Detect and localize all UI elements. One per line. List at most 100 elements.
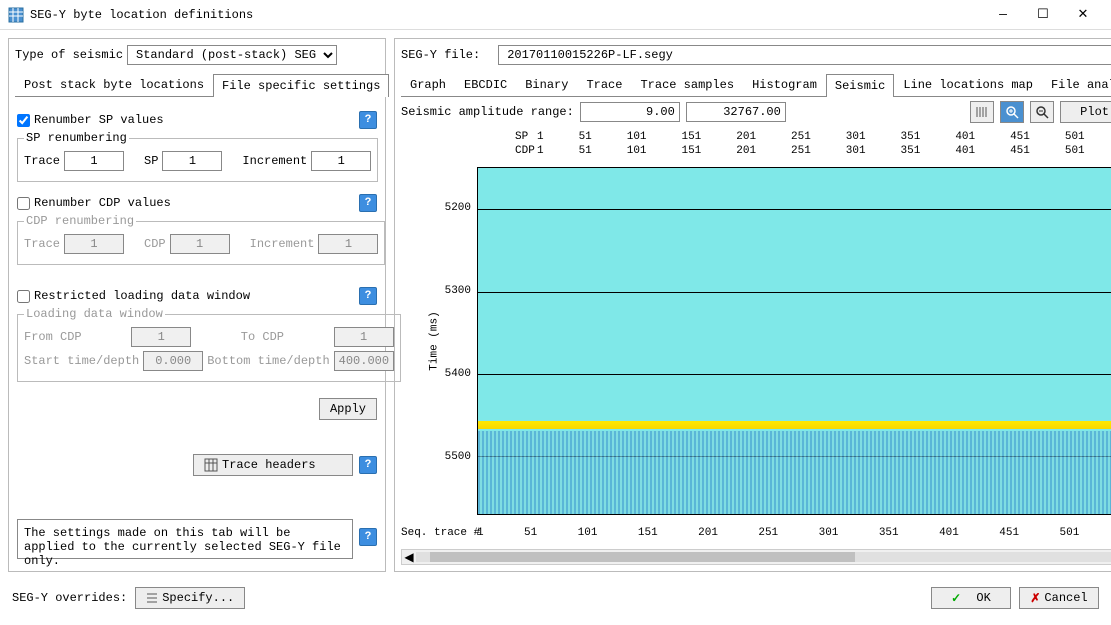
cdp-cdp-input <box>170 234 230 254</box>
tab-file-analysis[interactable]: File analysis <box>1042 73 1111 96</box>
restricted-checkbox[interactable] <box>17 290 30 303</box>
tab-trace-samples[interactable]: Trace samples <box>631 73 743 96</box>
help-icon[interactable]: ? <box>359 456 377 474</box>
minimize-button[interactable]: — <box>983 1 1023 29</box>
left-column: Type of seismic Standard (post-stack) SE… <box>8 38 386 572</box>
start-time-label: Start time/depth <box>24 354 139 368</box>
sp-axis-label: SP <box>515 131 528 143</box>
cdp-ticks: 151101151201251301351401451501551 <box>537 145 1111 157</box>
renumber-sp-checkbox[interactable] <box>17 114 30 127</box>
sp-trace-label: Trace <box>24 154 60 168</box>
seismic-horizon <box>478 421 1111 429</box>
tab-ebcdic[interactable]: EBCDIC <box>455 73 516 96</box>
renumber-sp-checkbox-row[interactable]: Renumber SP values <box>17 113 164 127</box>
loading-window-legend: Loading data window <box>24 307 165 321</box>
scroll-left-icon[interactable]: ◀ <box>402 550 416 565</box>
bottom-x-axis: Seq. trace # 151101151201251301351401451… <box>401 527 1111 543</box>
right-panel: SEG-Y file: 20170110015226P-LF.segy Grap… <box>394 38 1111 572</box>
segy-file-select[interactable]: 20170110015226P-LF.segy <box>498 45 1111 65</box>
sp-trace-input[interactable] <box>64 151 124 171</box>
x-icon: ✗ <box>1030 591 1040 606</box>
seismic-chart: SP 151101151201251301351401451501551 CDP… <box>401 131 1111 565</box>
cancel-button[interactable]: ✗ Cancel <box>1019 587 1099 609</box>
restricted-checkbox-row[interactable]: Restricted loading data window <box>17 289 250 303</box>
seismic-noise <box>478 431 1111 514</box>
overrides-label: SEG-Y overrides: <box>12 591 127 605</box>
right-tabs: Graph EBCDIC Binary Trace Trace samples … <box>401 73 1111 97</box>
help-icon[interactable]: ? <box>359 111 377 129</box>
bottom-time-label: Bottom time/depth <box>207 354 329 368</box>
table-icon <box>204 458 218 472</box>
left-panel: Type of seismic Standard (post-stack) SE… <box>8 38 386 572</box>
check-icon: ✓ <box>951 591 961 606</box>
help-icon[interactable]: ? <box>359 528 377 546</box>
sp-inc-input[interactable] <box>311 151 371 171</box>
tab-file-specific-settings[interactable]: File specific settings <box>213 74 389 97</box>
left-tabcontent: Renumber SP values ? SP renumbering Trac… <box>15 97 379 565</box>
start-time-input <box>143 351 203 371</box>
trace-headers-button[interactable]: Trace headers <box>193 454 353 476</box>
help-icon[interactable]: ? <box>359 194 377 212</box>
from-cdp-label: From CDP <box>24 330 82 344</box>
amplitude-toolbar: Seismic amplitude range: Plot ? <box>401 101 1111 123</box>
sp-inc-label: Increment <box>242 154 307 168</box>
cdp-inc-input <box>318 234 378 254</box>
ok-label: OK <box>976 591 990 605</box>
window-title: SEG-Y byte location definitions <box>30 8 983 22</box>
seismic-type-label: Type of seismic <box>15 48 123 62</box>
cancel-label: Cancel <box>1044 591 1087 605</box>
close-button[interactable]: ✕ <box>1063 1 1103 29</box>
renumber-cdp-label: Renumber CDP values <box>34 196 171 210</box>
tab-line-locations-map[interactable]: Line locations map <box>894 73 1042 96</box>
left-tabs: Post stack byte locations File specific … <box>15 73 379 97</box>
specify-button[interactable]: Specify... <box>135 587 245 609</box>
restricted-label: Restricted loading data window <box>34 289 250 303</box>
cdp-trace-label: Trace <box>24 237 60 251</box>
cdp-inc-label: Increment <box>250 237 315 251</box>
sp-renumbering-legend: SP renumbering <box>24 131 129 145</box>
sp-sp-input[interactable] <box>162 151 222 171</box>
apply-button[interactable]: Apply <box>319 398 377 420</box>
cdp-cdp-label: CDP <box>144 237 166 251</box>
zoom-out-icon[interactable] <box>1030 101 1054 123</box>
seismic-type-select[interactable]: Standard (post-stack) SEG-Y files <box>127 45 337 65</box>
list-icon <box>146 592 158 604</box>
amp-min-input[interactable] <box>580 102 680 122</box>
trace-headers-label: Trace headers <box>222 458 316 472</box>
tab-post-stack-byte-locations[interactable]: Post stack byte locations <box>15 73 213 96</box>
renumber-cdp-checkbox-row[interactable]: Renumber CDP values <box>17 196 171 210</box>
scroll-thumb[interactable] <box>430 552 855 562</box>
segy-file-label: SEG-Y file: <box>401 48 480 62</box>
sp-ticks: 151101151201251301351401451501551 <box>537 131 1111 143</box>
tab-binary[interactable]: Binary <box>516 73 577 96</box>
cdp-renumbering-group: CDP renumbering Trace CDP Increment <box>17 214 385 265</box>
cdp-renumbering-legend: CDP renumbering <box>24 214 136 228</box>
specify-label: Specify... <box>162 591 234 605</box>
sp-sp-label: SP <box>144 154 158 168</box>
ok-button[interactable]: ✓ OK <box>931 587 1011 609</box>
horizontal-scrollbar[interactable]: ◀ ▶ <box>401 549 1111 565</box>
zoom-in-icon[interactable] <box>1000 101 1024 123</box>
cdp-axis-label: CDP <box>515 145 535 157</box>
top-x-axis: SP 151101151201251301351401451501551 CDP… <box>477 131 1111 161</box>
renumber-sp-label: Renumber SP values <box>34 113 164 127</box>
cdp-trace-input <box>64 234 124 254</box>
y-axis-label: Time (ms) <box>429 311 441 370</box>
tab-trace[interactable]: Trace <box>577 73 631 96</box>
sp-renumbering-group: SP renumbering Trace SP Increment <box>17 131 378 182</box>
help-icon[interactable]: ? <box>359 287 377 305</box>
amp-max-input[interactable] <box>686 102 786 122</box>
plot-button[interactable]: Plot <box>1060 101 1111 123</box>
tab-seismic[interactable]: Seismic <box>826 74 894 97</box>
titlebar: SEG-Y byte location definitions — ☐ ✕ <box>0 0 1111 30</box>
to-cdp-label: To CDP <box>241 330 284 344</box>
amp-range-label: Seismic amplitude range: <box>401 105 574 119</box>
renumber-cdp-checkbox[interactable] <box>17 197 30 210</box>
tab-histogram[interactable]: Histogram <box>743 73 826 96</box>
plot-box[interactable] <box>477 167 1111 515</box>
info-text: The settings made on this tab will be ap… <box>17 519 353 559</box>
tab-graph[interactable]: Graph <box>401 73 455 96</box>
wiggle-icon[interactable] <box>970 101 994 123</box>
from-cdp-input <box>131 327 191 347</box>
maximize-button[interactable]: ☐ <box>1023 1 1063 29</box>
